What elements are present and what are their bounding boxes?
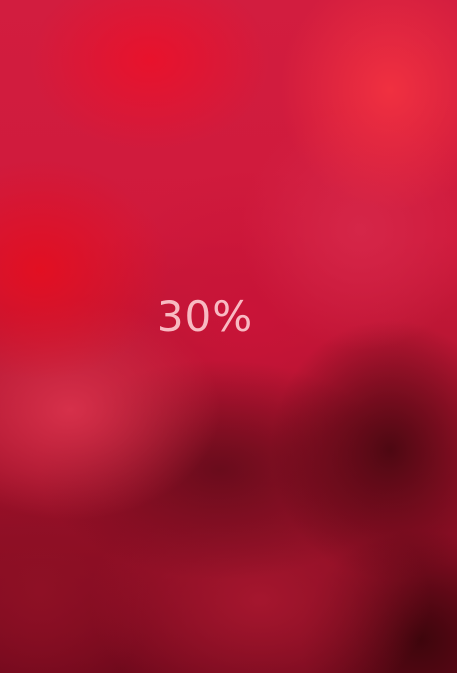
- progress-percentage-label: 30%: [156, 292, 254, 341]
